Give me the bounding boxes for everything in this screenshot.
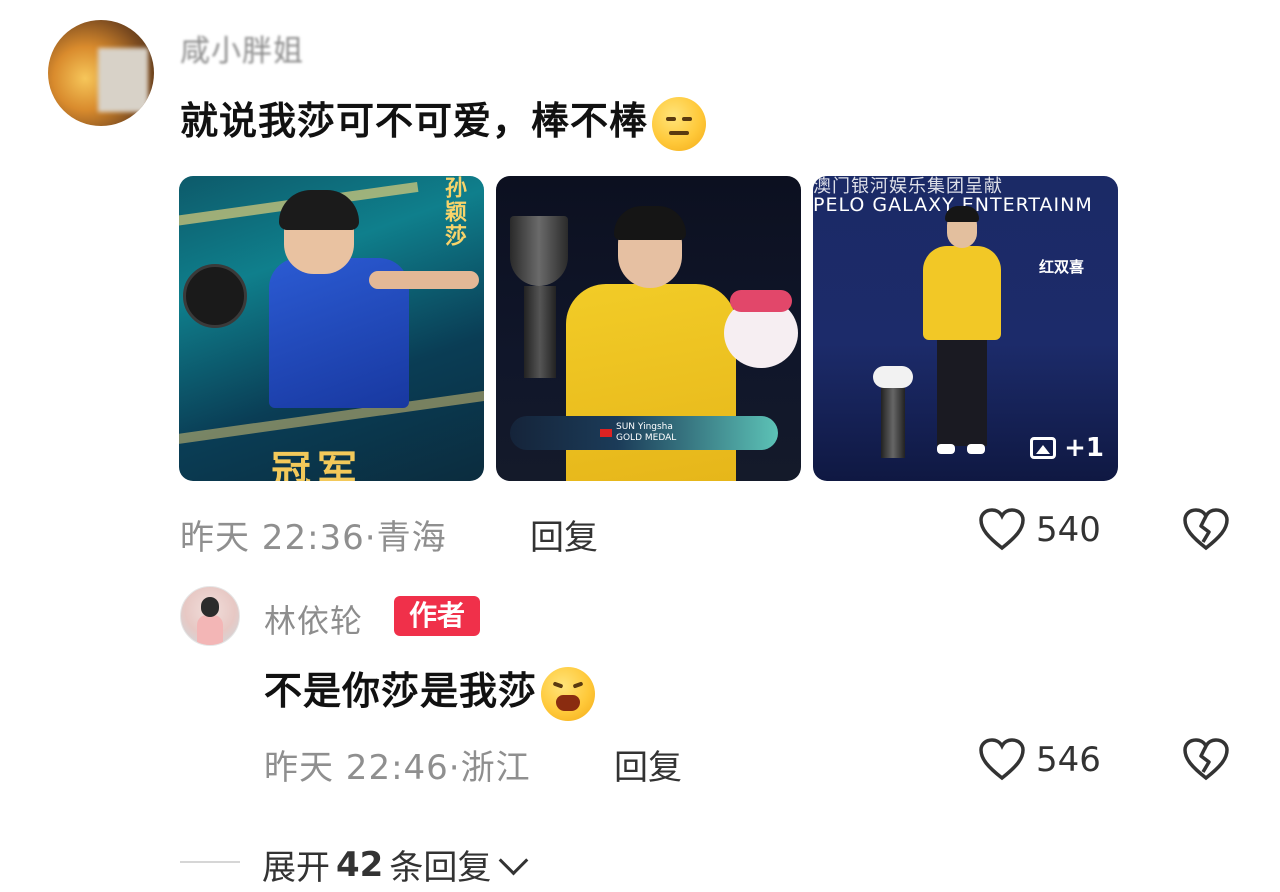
avatar[interactable]: [180, 586, 240, 646]
expand-prefix: 展开: [262, 848, 330, 888]
comment-meta: 昨天 22:36·青海: [180, 518, 447, 558]
more-images-count: +1: [1064, 433, 1104, 463]
comment-image-2[interactable]: SUN Yingsha GOLD MEDAL: [496, 176, 801, 481]
reply-meta: 昨天 22:46·浙江: [264, 748, 531, 788]
dislike-broken-heart-icon[interactable]: [1182, 507, 1230, 551]
comment-time: 昨天 22:36: [180, 518, 365, 558]
lower-third-sub: GOLD MEDAL: [616, 433, 677, 443]
reply-time: 昨天 22:46: [264, 748, 449, 788]
comment-text-content: 就说我莎可不可爱，棒不棒: [180, 99, 649, 143]
reply-username[interactable]: 林依轮: [264, 596, 363, 642]
chevron-down-icon: [498, 845, 529, 876]
comment-image-grid: 孙颖莎 冠军 SUN Yingsha GOLD MEDAL 澳门银河娱乐集团呈献…: [179, 176, 1119, 482]
author-badge: 作者: [394, 596, 480, 636]
expand-suffix: 条回复: [389, 848, 492, 888]
comment-image-3[interactable]: 澳门银河娱乐集团呈献 PELO GALAXY ENTERTAINM 红双喜 +1: [813, 176, 1118, 481]
reply-text: 不是你莎是我莎: [264, 660, 596, 721]
reply-text-content: 不是你莎是我莎: [264, 669, 538, 713]
sponsor-logo: 红双喜: [1039, 258, 1085, 276]
reply-button[interactable]: 回复: [530, 510, 598, 559]
avatar[interactable]: [48, 20, 154, 126]
image-overlay-title: 冠军: [271, 448, 363, 481]
comment-text: 就说我莎可不可爱，棒不棒: [180, 90, 707, 151]
gallery-icon: [1030, 437, 1057, 459]
reply-location: 浙江: [460, 748, 531, 788]
more-images-badge[interactable]: +1: [1030, 433, 1104, 463]
expand-replies-button[interactable]: 展开 42 条回复: [262, 840, 529, 889]
lower-third-name: SUN Yingsha: [616, 422, 673, 432]
broadcast-lower-third: SUN Yingsha GOLD MEDAL: [510, 416, 778, 450]
comment-username[interactable]: 咸小胖姐: [180, 26, 304, 70]
image-overlay-name: 孙颖莎: [441, 176, 466, 248]
reply-button[interactable]: 回复: [614, 740, 682, 789]
comment-image-1[interactable]: 孙颖莎 冠军: [179, 176, 484, 481]
expand-divider: [180, 861, 240, 863]
like-heart-icon[interactable]: [978, 737, 1026, 781]
thinking-face-emoji-icon: [652, 96, 707, 151]
like-count: 540: [1036, 510, 1101, 550]
like-heart-icon[interactable]: [978, 507, 1026, 551]
dislike-broken-heart-icon[interactable]: [1182, 737, 1230, 781]
crying-face-emoji-icon: [541, 666, 596, 721]
expand-count: 42: [336, 844, 384, 885]
like-count: 546: [1036, 740, 1101, 780]
comment-location: 青海: [376, 518, 447, 558]
